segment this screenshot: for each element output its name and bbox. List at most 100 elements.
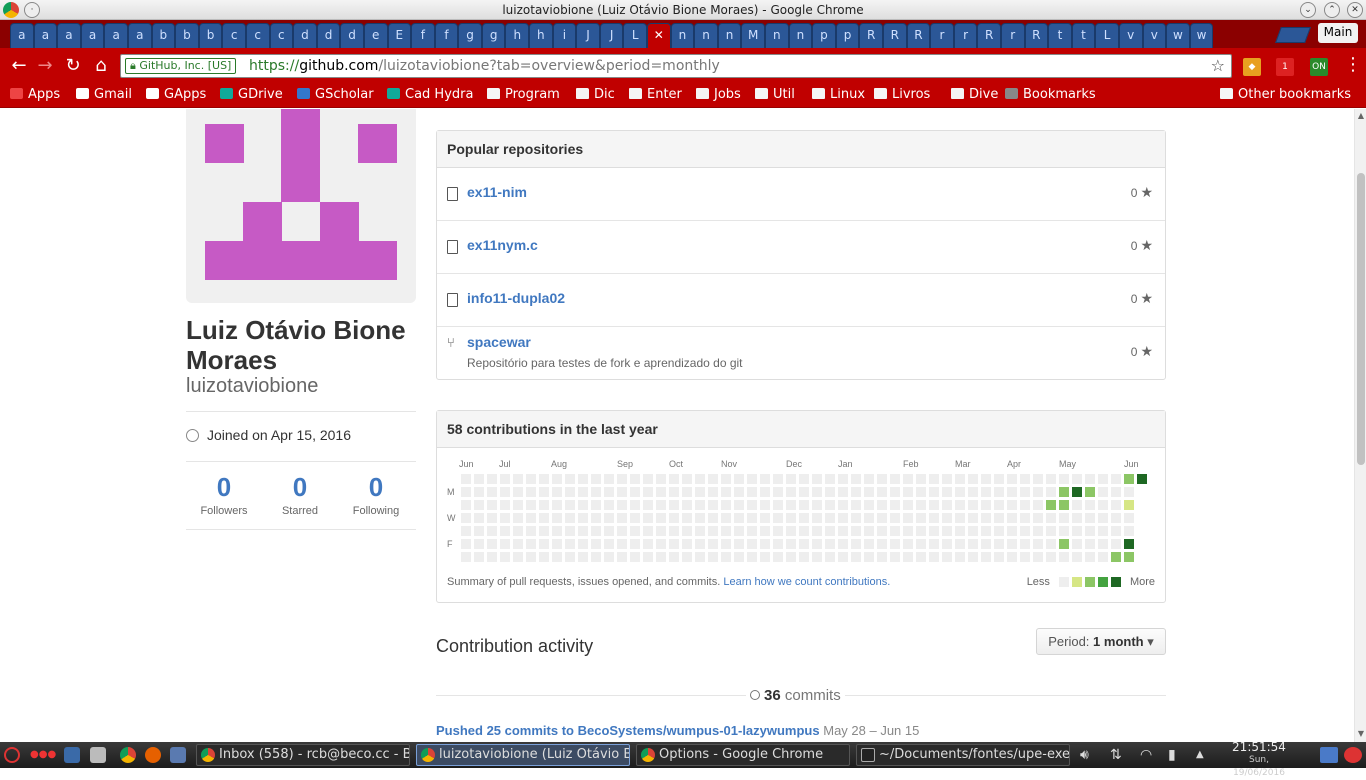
contribution-day[interactable]: [1072, 487, 1082, 497]
contribution-day[interactable]: [591, 500, 601, 510]
contribution-day[interactable]: [487, 500, 497, 510]
contribution-day[interactable]: [539, 500, 549, 510]
contribution-day[interactable]: [955, 526, 965, 536]
browser-tab[interactable]: n: [788, 23, 813, 48]
contribution-day[interactable]: [461, 526, 471, 536]
contribution-day[interactable]: [526, 552, 536, 562]
contribution-day[interactable]: [955, 539, 965, 549]
contribution-day[interactable]: [630, 552, 640, 562]
contribution-day[interactable]: [643, 500, 653, 510]
contribution-day[interactable]: [916, 500, 926, 510]
contribution-day[interactable]: [1020, 539, 1030, 549]
contribution-day[interactable]: [578, 474, 588, 484]
repo-stars[interactable]: 0 ★: [1131, 184, 1153, 201]
contribution-day[interactable]: [1046, 474, 1056, 484]
contribution-day[interactable]: [903, 526, 913, 536]
contribution-day[interactable]: [1072, 474, 1082, 484]
contribution-day[interactable]: [1007, 539, 1017, 549]
repo-link[interactable]: ex11-nim: [467, 184, 527, 200]
taskbar-item-inbox[interactable]: Inbox (558) - rcb@beco.cc - B: [196, 744, 410, 766]
contribution-day[interactable]: [487, 539, 497, 549]
contribution-day[interactable]: [903, 500, 913, 510]
contribution-day[interactable]: [877, 474, 887, 484]
contribution-day[interactable]: [968, 526, 978, 536]
browser-tab[interactable]: a: [10, 23, 34, 48]
contribution-day[interactable]: [500, 474, 510, 484]
browser-tab[interactable]: v: [1118, 23, 1143, 48]
contribution-day[interactable]: [565, 526, 575, 536]
browser-tab[interactable]: a: [33, 23, 58, 48]
tray-expand-icon[interactable]: ▲: [1196, 747, 1204, 763]
pushed-commits-link[interactable]: Pushed 25 commits to BecoSystems/wumpus-…: [436, 723, 820, 738]
chrome-menu-icon[interactable]: ⋮: [1344, 56, 1362, 74]
repo-stars[interactable]: 0 ★: [1131, 343, 1153, 360]
contribution-day[interactable]: [955, 500, 965, 510]
contribution-day[interactable]: [955, 513, 965, 523]
bookmark-apps[interactable]: Apps: [10, 87, 60, 102]
contribution-day[interactable]: [916, 539, 926, 549]
contribution-day[interactable]: [565, 487, 575, 497]
contribution-day[interactable]: [864, 513, 874, 523]
browser-tab[interactable]: n: [717, 23, 742, 48]
contribution-day[interactable]: [617, 526, 627, 536]
browser-tab[interactable]: R: [977, 23, 1001, 48]
browser-tab[interactable]: d: [316, 23, 341, 48]
taskbar-item-terminal[interactable]: ~/Documents/fontes/upe-exe: [856, 744, 1070, 766]
contribution-day[interactable]: [1085, 539, 1095, 549]
contribution-day[interactable]: [1046, 526, 1056, 536]
contribution-day[interactable]: [487, 474, 497, 484]
contribution-day[interactable]: [994, 474, 1004, 484]
contribution-day[interactable]: [1111, 526, 1121, 536]
extension-icon-2[interactable]: 1: [1276, 58, 1294, 76]
contribution-day[interactable]: [786, 539, 796, 549]
contribution-day[interactable]: [487, 487, 497, 497]
browser-tab[interactable]: d: [293, 23, 317, 48]
contribution-day[interactable]: [1059, 500, 1069, 510]
contribution-day[interactable]: [526, 474, 536, 484]
contribution-day[interactable]: [890, 487, 900, 497]
contribution-day[interactable]: [656, 487, 666, 497]
contribution-day[interactable]: [903, 539, 913, 549]
browser-tab[interactable]: h: [529, 23, 553, 48]
browser-tab[interactable]: f: [434, 23, 459, 48]
contribution-day[interactable]: [578, 552, 588, 562]
contribution-day[interactable]: [643, 539, 653, 549]
contribution-day[interactable]: [903, 513, 913, 523]
browser-tab[interactable]: w: [1166, 23, 1190, 48]
contribution-day[interactable]: [786, 552, 796, 562]
chrome-launcher-icon[interactable]: [120, 747, 136, 763]
scroll-down-icon[interactable]: ▼: [1355, 729, 1366, 741]
contribution-day[interactable]: [513, 526, 523, 536]
contribution-day[interactable]: [695, 487, 705, 497]
contribution-day[interactable]: [1033, 500, 1043, 510]
contribution-day[interactable]: [929, 539, 939, 549]
browser-tab[interactable]: n: [694, 23, 718, 48]
contribution-day[interactable]: [461, 474, 471, 484]
file-manager-icon[interactable]: [90, 747, 106, 763]
bookmark-other-bookmarks[interactable]: Other bookmarks: [1220, 87, 1351, 102]
contribution-day[interactable]: [799, 526, 809, 536]
contribution-day[interactable]: [786, 487, 796, 497]
contribution-day[interactable]: [682, 500, 692, 510]
bookmark-gmail[interactable]: Gmail: [76, 87, 132, 102]
contribution-day[interactable]: [474, 526, 484, 536]
contribution-day[interactable]: [786, 500, 796, 510]
contribution-day[interactable]: [721, 474, 731, 484]
contribution-day[interactable]: [890, 526, 900, 536]
network-icon[interactable]: ⇅: [1110, 747, 1122, 763]
contribution-day[interactable]: [526, 500, 536, 510]
browser-tab[interactable]: a: [104, 23, 128, 48]
contribution-day[interactable]: [747, 552, 757, 562]
contribution-day[interactable]: [695, 552, 705, 562]
contribution-day[interactable]: [695, 513, 705, 523]
followers-stat[interactable]: 0 Followers: [186, 471, 262, 517]
contribution-day[interactable]: [604, 552, 614, 562]
contribution-day[interactable]: [1124, 552, 1134, 562]
contribution-day[interactable]: [630, 539, 640, 549]
repo-link[interactable]: spacewar: [467, 334, 531, 350]
browser-tab[interactable]: d: [340, 23, 364, 48]
contribution-day[interactable]: [578, 487, 588, 497]
contribution-day[interactable]: [591, 539, 601, 549]
contribution-day[interactable]: [1020, 552, 1030, 562]
contribution-day[interactable]: [656, 539, 666, 549]
